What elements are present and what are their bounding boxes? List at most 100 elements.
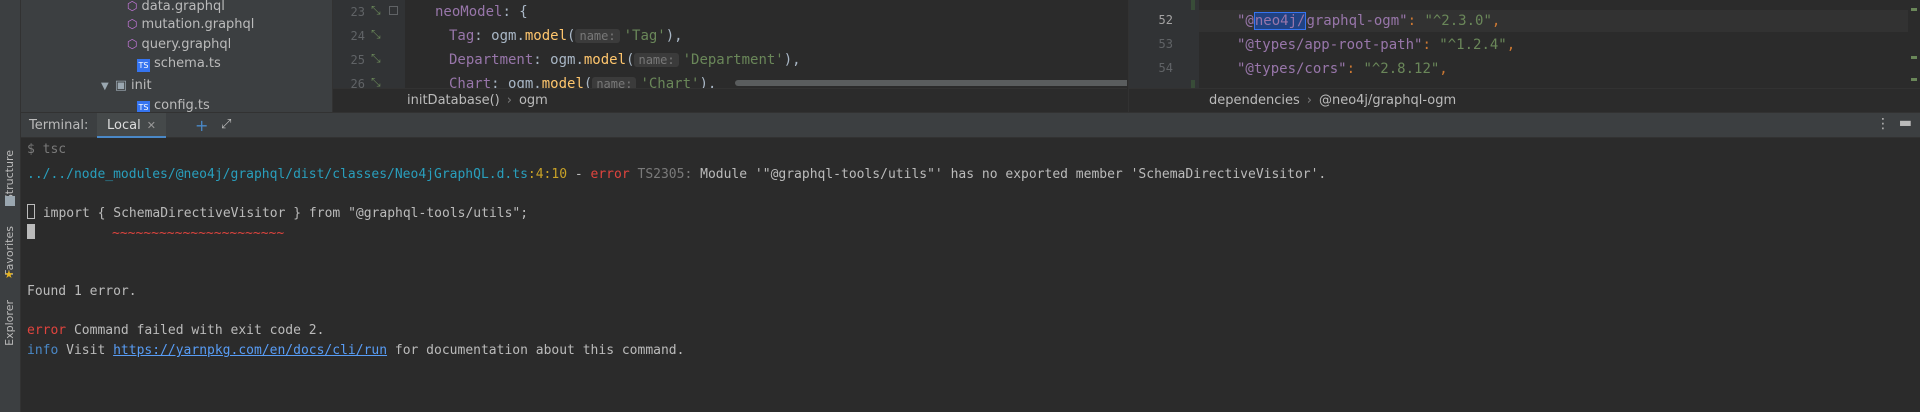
terminal-info-line: info Visit https://yarnpkg.com/en/docs/c… [27, 341, 684, 361]
json-key: "@types/cors" [1237, 61, 1347, 77]
error-file-path[interactable]: ../../node_modules/@neo4j/graphql/dist/c… [27, 167, 528, 182]
change-marker [1191, 0, 1195, 10]
tree-item-label: query.graphql [141, 37, 232, 52]
chevron-right-icon: › [1306, 93, 1312, 108]
expand-icon[interactable]: ⤢ [221, 117, 231, 132]
vertical-scrollbar[interactable] [1908, 0, 1920, 88]
more-options-icon[interactable]: ⋮ [1876, 116, 1890, 132]
breadcrumb-item[interactable]: initDatabase() [407, 93, 500, 108]
info-text: Visit [58, 343, 114, 358]
code-line: Department: ogm.model(name: 'Department')… [449, 50, 801, 70]
tree-item-label: init [131, 78, 152, 93]
left-tool-strip: Structure Favorites ★ Explorer [0, 0, 21, 412]
code-editor-left[interactable]: 23 24 25 26 ⤡ ⤡ ⤡ ⤡ neoModel: { Tag: ogm… [332, 0, 1127, 112]
horizontal-scrollbar[interactable] [735, 80, 1127, 86]
code-editor-right[interactable]: 52 53 54 " "@neo4j/graphql-ogm": "^2.3.0… [1128, 0, 1920, 112]
graphql-gutter-icon[interactable]: ⤡ [371, 3, 381, 18]
typescript-icon: TS [137, 101, 150, 112]
error-separator: - [567, 167, 591, 182]
line-number: 52 [1158, 13, 1173, 27]
tree-item[interactable]: ⬡ mutation.graphql [127, 14, 254, 34]
line-number: 53 [1158, 37, 1173, 51]
tree-item-label: data.graphql [141, 0, 225, 14]
error-position: :4:10 [527, 167, 568, 182]
json-key: graphql-ogm" [1306, 13, 1408, 29]
chevron-down-icon[interactable]: ▼ [101, 81, 109, 92]
typescript-icon: TS [137, 59, 150, 72]
json-line: "@neo4j/graphql-ogm": "^2.3.0", [1237, 12, 1501, 30]
tree-item[interactable]: TS config.ts [137, 96, 210, 112]
code-line: neoModel: { [435, 2, 528, 22]
breadcrumb-item[interactable]: @neo4j/graphql-ogm [1319, 93, 1456, 108]
fold-marker-icon[interactable] [389, 6, 398, 15]
error-message: Command failed with exit code 2. [66, 323, 325, 338]
error-label: error [590, 167, 630, 182]
json-value: "^2.3.0" [1424, 13, 1492, 29]
info-label: info [27, 343, 59, 358]
code-snippet-text: import { SchemaDirectiveVisitor } from "… [35, 206, 529, 221]
tree-item[interactable]: ⬡ query.graphql [127, 34, 231, 54]
explorer-tab-label: Explorer [3, 300, 16, 346]
json-line-partial: " [1237, 0, 1245, 10]
json-line: "@types/cors": "^2.8.12", [1237, 61, 1448, 77]
change-marker [1191, 80, 1195, 88]
structure-tab[interactable]: Structure [3, 150, 16, 201]
tab-label: Local [107, 118, 141, 133]
graphql-gutter-icon[interactable]: ⤡ [371, 51, 381, 66]
json-line: "@types/app-root-path": "^1.2.4", [1237, 37, 1516, 53]
graphql-gutter-icon[interactable]: ⤡ [371, 27, 381, 42]
graphql-icon: ⬡ [127, 17, 138, 31]
chevron-right-icon: › [506, 93, 512, 108]
project-tree: ⬡ data.graphql ⬡ mutation.graphql ⬡ query.g… [21, 0, 332, 112]
tree-item-label: schema.ts [154, 56, 221, 71]
breadcrumb-item[interactable]: ogm [519, 93, 548, 108]
structure-icon [5, 196, 15, 206]
error-label: error [27, 323, 67, 338]
graphql-icon: ⬡ [127, 0, 138, 13]
star-icon: ★ [4, 268, 14, 281]
breadcrumb: initDatabase() › ogm [333, 88, 1127, 112]
scroll-marker [1911, 8, 1917, 11]
code-token: Department [449, 52, 534, 68]
line-marker [27, 204, 35, 219]
tree-item[interactable]: TS schema.ts [137, 54, 221, 74]
add-tab-icon[interactable]: + [195, 116, 208, 135]
terminal-command-error: error Command failed with exit code 2. [27, 321, 324, 341]
graphql-icon: ⬡ [127, 37, 138, 51]
tree-folder-init[interactable]: ▼ ▣ init [101, 76, 152, 96]
line-marker [27, 224, 35, 239]
tree-item-label: config.ts [154, 98, 210, 112]
breadcrumb-item[interactable]: dependencies [1209, 93, 1300, 108]
terminal-found-line: Found 1 error. [27, 284, 137, 299]
terminal-header: Terminal: Local ✕ + ⤢ ⋮ ▬ [21, 112, 1920, 139]
json-key: "@types/app-root-path" [1237, 37, 1423, 53]
code-token: 'Department' [682, 52, 784, 68]
tab-local[interactable]: Local ✕ [97, 113, 166, 139]
info-text: for documentation about this command. [387, 343, 685, 358]
parameter-hint: name: [634, 53, 679, 67]
line-number: 25 [350, 53, 365, 67]
terminal-error-line: ../../node_modules/@neo4j/graphql/dist/c… [27, 165, 1326, 185]
minimize-icon[interactable]: ▬ [1899, 115, 1912, 131]
code-token: : ogm. [474, 28, 525, 44]
error-squiggle: ~~~~~~~~~~~~~~~~~~~~~~ [112, 226, 285, 241]
code-token: Tag [449, 28, 475, 44]
code-token: neoModel [435, 4, 503, 20]
scroll-marker [1911, 56, 1917, 59]
terminal-output[interactable]: $ tsc ../../node_modules/@neo4j/graphql/… [21, 138, 1920, 412]
close-icon[interactable]: ✕ [147, 119, 156, 132]
code-token: : { [502, 4, 528, 20]
code-token: ), [783, 52, 801, 68]
text-selection: neo4j/ [1253, 12, 1307, 30]
line-number: 24 [350, 29, 365, 43]
code-line: Tag: ogm.model(name: 'Tag'), [449, 26, 683, 46]
terminal-squiggle-line: ~~~~~~~~~~~~~~~~~~~~~~ [27, 224, 284, 244]
code-token: model [524, 28, 568, 44]
docs-link[interactable]: https://yarnpkg.com/en/docs/cli/run [113, 343, 387, 358]
json-value: "^1.2.4" [1439, 37, 1507, 53]
json-key: "@ [1237, 13, 1254, 29]
explorer-tab[interactable]: Explorer [3, 300, 16, 346]
line-number: 23 [350, 5, 365, 19]
terminal-prompt: $ tsc [27, 142, 67, 157]
scroll-marker [1911, 78, 1917, 81]
